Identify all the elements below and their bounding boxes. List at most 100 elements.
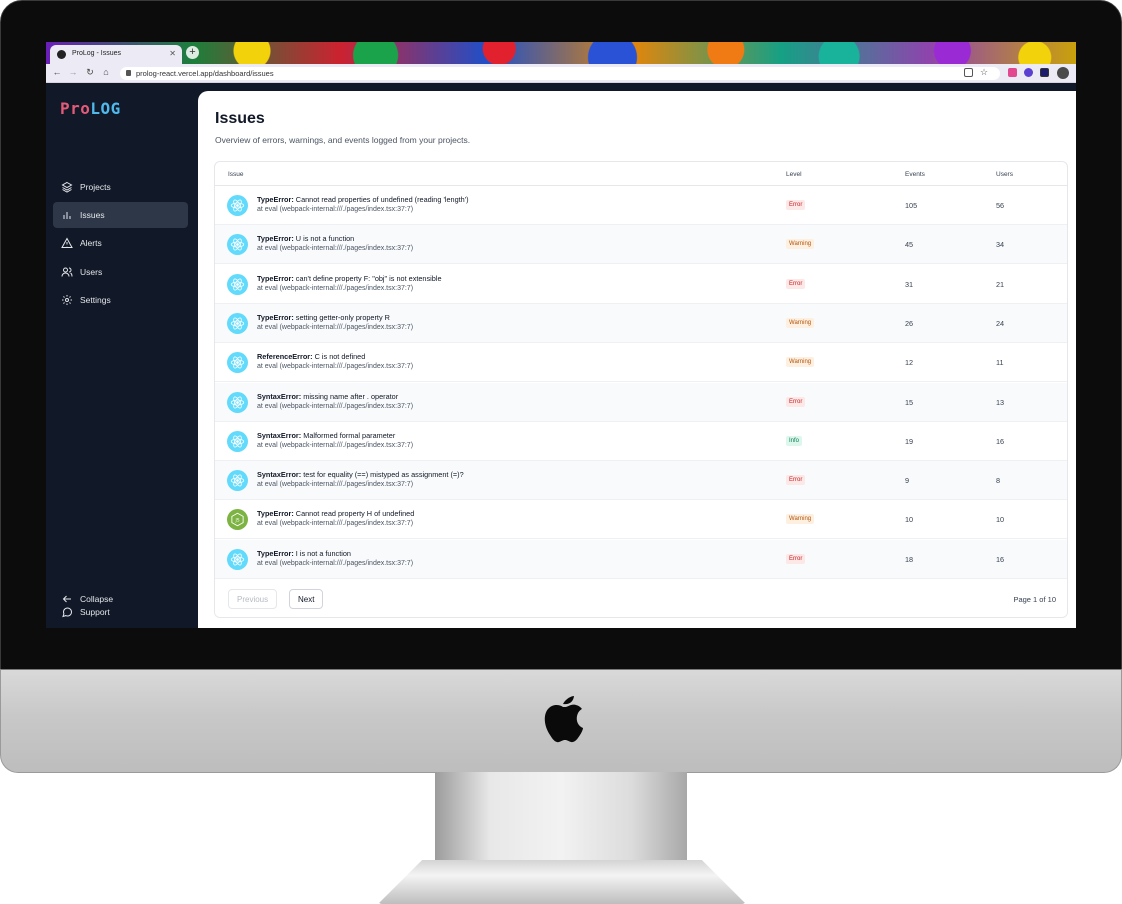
users-count: 16 [996,436,1005,446]
table-row[interactable]: TypeError: can't define property F: "obj… [215,265,1067,304]
issue-title: TypeError: setting getter-only property … [257,313,390,322]
issue-message: Cannot read property H of undefined [295,509,415,519]
page-info: Page 1 of 10 [1013,595,1056,604]
issue-location: at eval (webpack-internal:///./pages/ind… [257,402,414,410]
table-row[interactable]: TypeError: Cannot read properties of und… [215,186,1067,225]
issue-location: at eval (webpack-internal:///./pages/ind… [257,323,414,331]
issue-title: ReferenceError: C is not defined [257,352,365,361]
issue-title: TypeError: I is not a function [257,549,351,558]
react-icon [227,312,248,334]
react-icon [227,430,248,452]
back-icon[interactable]: ← [51,67,63,77]
table-row[interactable]: SyntaxError: test for equality (==) mist… [215,461,1067,501]
issue-title: SyntaxError: test for equality (==) mist… [257,470,464,479]
forward-icon[interactable]: → [67,67,79,77]
share-icon[interactable] [964,68,973,77]
column-header-events[interactable]: Events [905,171,925,178]
table-header: Issue Level Events Users [215,162,1067,186]
react-icon [227,470,248,492]
issue-title: SyntaxError: missing name after . operat… [257,392,398,401]
page-subtitle: Overview of errors, warnings, and events… [215,135,471,145]
events-count: 45 [905,240,914,250]
home-icon[interactable]: ⌂ [100,67,112,77]
extension-icon[interactable] [1008,68,1017,77]
next-button[interactable]: Next [289,589,324,609]
sidebar-item-label: Settings [80,295,111,305]
events-count: 19 [905,436,914,446]
level-badge: Warning [786,514,815,525]
sidebar-item-issues[interactable]: Issues [53,202,188,228]
nodejs-icon: JS [227,509,248,531]
pagination: Previous Next Page 1 of 10 [215,579,1067,617]
level-badge: Warning [786,357,815,368]
table-row[interactable]: TypeError: setting getter-only property … [215,303,1067,343]
column-header-level[interactable]: Level [786,171,802,178]
profile-avatar[interactable] [1057,67,1069,79]
table-row[interactable]: SyntaxError: Malformed formal parameter a… [215,422,1067,461]
issue-type: TypeError: [257,312,294,322]
issue-message: setting getter-only property R [295,312,390,322]
events-count: 10 [905,515,914,525]
issue-title: SyntaxError: Malformed formal parameter [257,431,395,440]
events-count: 9 [905,476,910,486]
close-tab-icon[interactable]: ✕ [169,49,176,58]
logo-part-log: LOG [90,99,121,118]
page-title: Issues [215,110,265,127]
level-badge: Error [786,553,806,564]
screen: ProLog - Issues ✕ + ← → ↻ ⌂ prolog-react… [46,42,1076,628]
events-count: 31 [905,279,914,289]
users-count: 8 [996,476,1001,486]
url-field[interactable]: prolog-react.vercel.app/dashboard/issues [120,67,1000,80]
issue-title: TypeError: Cannot read properties of und… [257,195,469,204]
issue-message: U is not a function [295,234,355,244]
reload-icon[interactable]: ↻ [84,67,96,78]
sidepanel-icon[interactable] [1040,68,1049,77]
sidebar-item-alerts[interactable]: Alerts [53,230,188,256]
issue-type: TypeError: [257,548,294,558]
column-header-issue[interactable]: Issue [228,171,244,178]
logo-part-pro: Pro [60,99,91,118]
users-count: 13 [996,397,1005,407]
layers-icon [61,181,73,193]
table-row[interactable]: JS TypeError: Cannot read property H of u… [215,500,1067,540]
sidebar: ProLOG Projects Issues Alerts Users Sett… [46,83,196,628]
previous-button[interactable]: Previous [228,589,278,609]
puzzle-icon[interactable] [1024,68,1033,77]
new-tab-button[interactable]: + [186,46,199,59]
users-icon [61,267,73,277]
sidebar-item-collapse[interactable]: Collapse [53,586,188,612]
sidebar-item-users[interactable]: Users [53,259,188,285]
table-row[interactable]: TypeError: I is not a function at eval (w… [215,539,1067,579]
logo[interactable]: ProLOG [60,99,121,118]
issue-location: at eval (webpack-internal:///./pages/ind… [257,441,414,449]
level-badge: Error [786,278,806,289]
events-count: 105 [905,201,918,210]
monitor-stand-neck [435,772,687,864]
browser-tab[interactable]: ProLog - Issues ✕ [50,45,182,64]
issue-title: TypeError: can't define property F: "obj… [257,274,442,283]
column-header-users[interactable]: Users [996,171,1013,178]
table-row[interactable]: TypeError: U is not a function at eval (w… [215,225,1067,265]
issue-message: Malformed formal parameter [303,430,396,440]
issue-type: TypeError: [257,234,294,244]
sidebar-item-projects[interactable]: Projects [53,174,188,200]
lock-icon [126,70,131,76]
react-icon [227,548,248,570]
react-icon [227,273,248,295]
react-icon [227,352,248,374]
issue-type: ReferenceError: [257,352,313,362]
sidebar-item-settings[interactable]: Settings [53,287,188,313]
browser-tab-title: ProLog - Issues [72,50,122,57]
events-count: 18 [905,554,914,564]
events-count: 26 [905,318,914,328]
issue-location: at eval (webpack-internal:///./pages/ind… [257,520,414,528]
bookmark-star-icon[interactable]: ☆ [980,68,989,77]
users-count: 16 [996,554,1005,564]
issue-message: missing name after . operator [303,391,399,401]
issue-type: SyntaxError: [257,470,302,480]
issue-type: TypeError: [257,273,294,283]
table-row[interactable]: ReferenceError: C is not defined at eval … [215,343,1067,383]
users-count: 56 [996,201,1005,210]
table-row[interactable]: SyntaxError: missing name after . operat… [215,382,1067,422]
issue-title: TypeError: Cannot read property H of und… [257,509,414,518]
